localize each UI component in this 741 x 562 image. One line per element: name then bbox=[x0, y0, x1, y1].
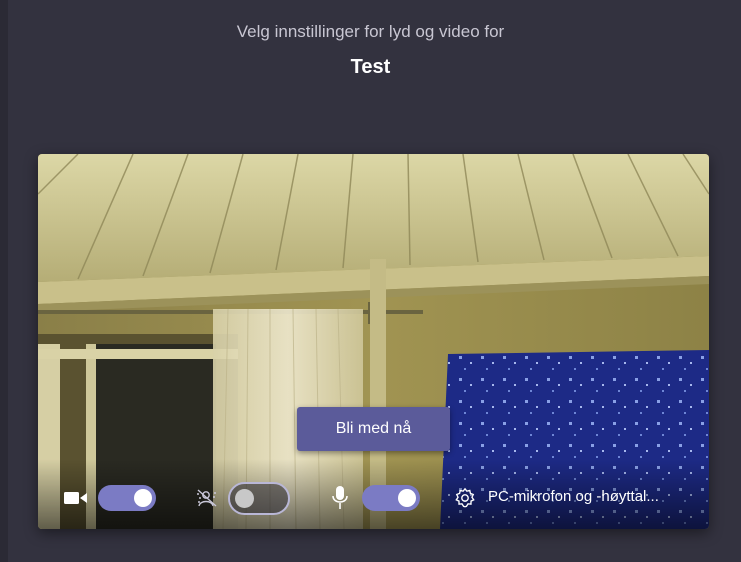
microphone-icon bbox=[332, 486, 348, 509]
video-preview: Bli med nå PC-mikrofon og -høyttal... bbox=[38, 154, 709, 529]
background-blur-icon bbox=[197, 489, 217, 507]
join-now-button[interactable]: Bli med nå bbox=[297, 407, 450, 451]
gear-icon[interactable] bbox=[454, 487, 476, 509]
background-blur-toggle[interactable] bbox=[228, 482, 290, 515]
camera-toggle-knob bbox=[134, 489, 152, 507]
window-edge bbox=[0, 0, 8, 562]
device-settings-link[interactable]: PC-mikrofon og -høyttal... bbox=[488, 488, 659, 505]
background-blur-toggle-knob bbox=[235, 489, 254, 508]
camera-toggle[interactable] bbox=[98, 485, 156, 511]
prejoin-screen: Velg innstillinger for lyd og video for … bbox=[0, 0, 741, 562]
microphone-toggle-knob bbox=[398, 489, 416, 507]
meeting-title: Test bbox=[350, 56, 391, 78]
video-camera-icon bbox=[64, 492, 87, 504]
microphone-toggle[interactable] bbox=[362, 485, 420, 511]
prejoin-subtitle: Velg innstillinger for lyd og video for bbox=[236, 22, 505, 41]
